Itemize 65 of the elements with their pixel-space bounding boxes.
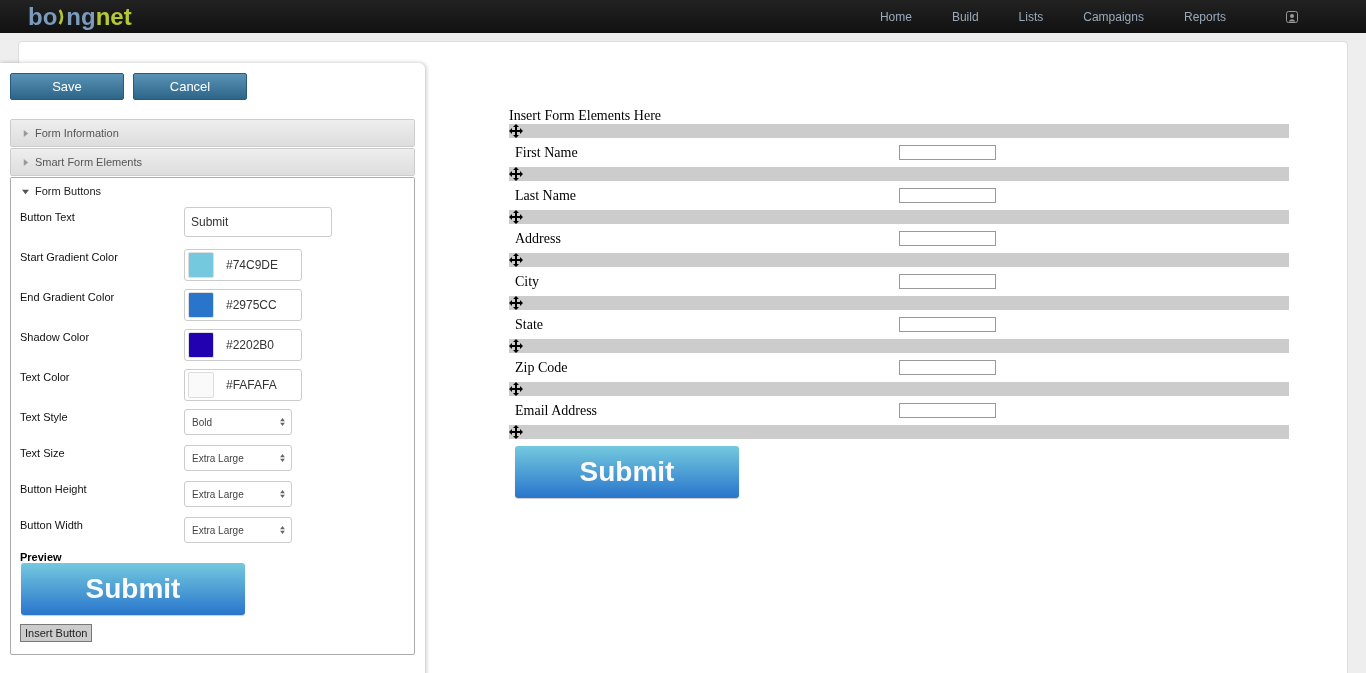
form-input[interactable]	[899, 231, 996, 246]
move-icon[interactable]	[509, 382, 523, 396]
form-field-label: First Name	[515, 144, 579, 161]
field-label: Start Gradient Color	[20, 250, 119, 263]
field-label: Button Height	[20, 482, 88, 495]
nav-link[interactable]: Build	[951, 9, 979, 24]
dropdown[interactable]: Bold	[184, 409, 292, 435]
preview-label: Preview	[20, 551, 63, 563]
user-icon[interactable]	[1286, 10, 1298, 23]
accordion-header[interactable]: Form Information	[11, 120, 414, 146]
toolbar-button[interactable]: Save	[10, 73, 124, 100]
form-field-label: Email Address	[515, 402, 599, 419]
color-hex: #2202B0	[226, 338, 275, 352]
move-icon[interactable]	[509, 210, 523, 224]
stepper-arrows-icon	[280, 490, 285, 498]
toolbar-button[interactable]: Cancel	[133, 73, 247, 100]
form-field-label: City	[515, 273, 541, 290]
color-hex: #74C9DE	[226, 258, 279, 272]
nav-link[interactable]: Home	[879, 9, 912, 24]
color-input[interactable]: #2202B0	[184, 329, 302, 361]
move-icon[interactable]	[509, 167, 523, 181]
form-input[interactable]	[899, 274, 996, 289]
text-input[interactable]: Submit	[184, 207, 332, 237]
form-input[interactable]	[899, 317, 996, 332]
move-icon[interactable]	[509, 253, 523, 267]
dropdown[interactable]: Extra Large	[184, 481, 292, 507]
field-label: Button Text	[20, 210, 76, 223]
dropdown[interactable]: Extra Large	[184, 445, 292, 471]
move-icon[interactable]	[509, 425, 523, 439]
form-input[interactable]	[899, 403, 996, 418]
stepper-arrows-icon	[280, 418, 285, 426]
move-icon[interactable]	[509, 296, 523, 310]
stepper-arrows-icon	[280, 526, 285, 534]
field-label: Text Size	[20, 446, 66, 459]
field-label: Text Color	[20, 370, 71, 383]
field-label: Button Width	[20, 518, 84, 531]
canvas-heading: Insert Form Elements Here	[509, 108, 662, 124]
color-hex: #FAFAFA	[226, 378, 277, 392]
field-label: End Gradient Color	[20, 290, 116, 303]
color-input[interactable]: #74C9DE	[184, 249, 302, 281]
form-input[interactable]	[899, 188, 996, 203]
triangle-icon	[22, 158, 29, 166]
accordion-header[interactable]: Smart Form Elements	[11, 149, 414, 175]
form-field-label: Last Name	[515, 187, 578, 204]
dropdown[interactable]: Extra Large	[184, 517, 292, 543]
color-input[interactable]: #FAFAFA	[184, 369, 302, 401]
form-input[interactable]	[899, 145, 996, 160]
triangle-icon	[22, 129, 29, 137]
field-label: Text Style	[20, 410, 69, 423]
color-hex: #2975CC	[226, 298, 277, 312]
form-field-label: Zip Code	[515, 359, 569, 376]
stepper-arrows-icon	[280, 454, 285, 462]
nav-link[interactable]: Lists	[1018, 9, 1044, 24]
form-input[interactable]	[899, 360, 996, 375]
color-input[interactable]: #2975CC	[184, 289, 302, 321]
nav-link[interactable]: Campaigns	[1083, 9, 1144, 24]
field-label: Shadow Color	[20, 330, 91, 343]
logo[interactable]: bo ngnet	[28, 4, 132, 29]
insert-button[interactable]: Insert Button	[20, 624, 93, 642]
triangle-icon	[22, 187, 29, 195]
move-icon[interactable]	[509, 124, 523, 138]
move-icon[interactable]	[509, 339, 523, 353]
nav-link[interactable]: Reports	[1183, 9, 1226, 24]
form-field-label: Address	[515, 230, 562, 247]
form-field-label: State	[515, 316, 544, 333]
